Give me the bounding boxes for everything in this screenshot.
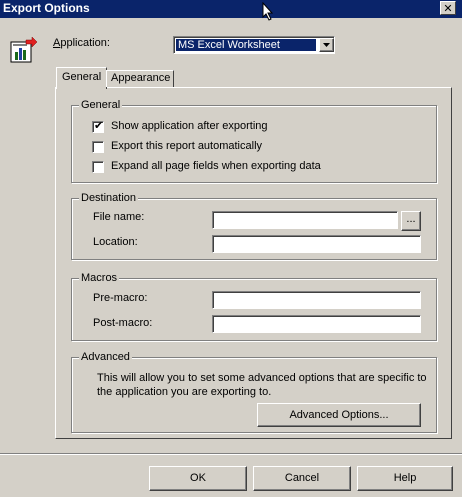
ok-button[interactable]: OK [149,466,247,491]
mouse-cursor-icon [262,2,274,21]
help-button[interactable]: Help [357,466,453,491]
footer-divider [0,453,462,455]
post-macro-label: Post-macro: [93,317,153,329]
close-button[interactable]: ✕ [440,1,456,15]
show-app-checkbox[interactable]: ✔ [92,120,104,133]
advanced-legend: Advanced [79,351,132,363]
export-auto-checkbox[interactable] [92,141,104,153]
export-auto-label: Export this report automatically [111,140,263,152]
expand-fields-label: Expand all page fields when exporting da… [111,160,321,172]
file-name-input[interactable] [212,211,398,229]
chevron-down-icon [323,43,330,47]
macros-legend: Macros [79,272,120,284]
advanced-options-button[interactable]: Advanced Options... [257,403,421,427]
location-input[interactable] [212,235,421,253]
pre-macro-label: Pre-macro: [93,292,148,304]
browse-button[interactable]: ... [401,211,421,231]
close-icon: ✕ [443,3,453,15]
advanced-description: This will allow you to set some advanced… [97,372,427,398]
tab-appearance[interactable]: Appearance [106,70,174,87]
file-name-label: File name: [93,211,145,223]
cancel-button[interactable]: Cancel [253,466,351,491]
application-select[interactable]: MS Excel Worksheet [173,36,335,54]
tab-general[interactable]: General [56,67,107,89]
post-macro-input[interactable] [212,315,421,333]
application-label: Application: [53,37,110,49]
tab-general-label: General [62,71,102,83]
expand-fields-checkbox[interactable] [92,161,104,173]
general-group-legend: General [79,99,123,111]
check-mark-icon: ✔ [94,120,104,132]
location-label: Location: [93,236,138,248]
destination-legend: Destination [79,192,139,204]
application-selected-value: MS Excel Worksheet [176,39,316,51]
show-app-label: Show application after exporting [111,120,268,132]
window-title: Export Options [3,1,90,15]
pre-macro-input[interactable] [212,291,421,309]
export-icon [10,36,38,63]
tab-appearance-label: Appearance [111,72,171,84]
dropdown-button[interactable] [319,38,334,52]
